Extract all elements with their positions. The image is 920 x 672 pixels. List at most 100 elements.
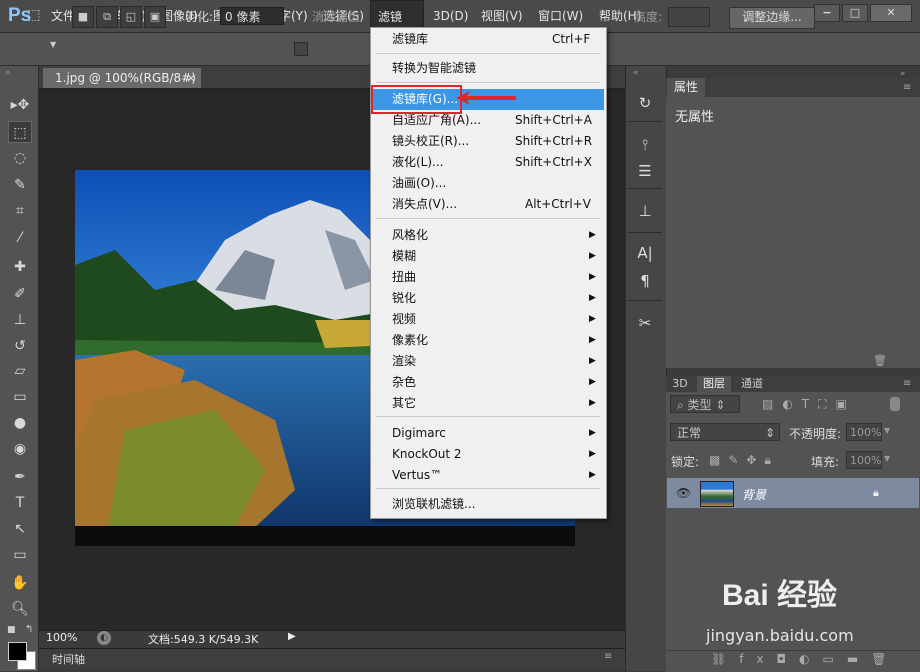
path-select-tool-icon[interactable]: ↖ xyxy=(8,518,32,540)
menu-item-noise[interactable]: 杂色 ▶ xyxy=(371,372,604,393)
tool-presets-icon[interactable]: ✂ xyxy=(632,312,658,334)
status-menu-arrow-icon[interactable]: ▶ xyxy=(288,631,296,642)
hand-tool-icon[interactable]: ✋ xyxy=(8,572,32,594)
clone-stamp-tool-icon[interactable]: ⊥ xyxy=(8,309,32,331)
panel-collapse-icon[interactable]: » xyxy=(900,69,906,79)
watermark-brand: Bai 经验 xyxy=(722,579,838,612)
close-icon[interactable]: ✕ xyxy=(870,4,912,22)
menu-item-oil-paint[interactable]: 油画(O)... xyxy=(371,173,604,194)
lock-options-icons[interactable]: ▩✎✥🔒︎ xyxy=(709,453,779,468)
foreground-color-swatch[interactable] xyxy=(8,642,27,661)
submenu-arrow-icon: ▶ xyxy=(589,251,596,261)
layers-menu-icon[interactable]: ≡ xyxy=(903,378,911,389)
menu-item-lens-correction[interactable]: 镜头校正(R)... Shift+Ctrl+R xyxy=(371,131,604,152)
layer-filter-select[interactable]: ⌕ 类型 ⇕ xyxy=(670,395,740,413)
tab-layers[interactable]: 图层 xyxy=(697,376,731,392)
menu-item-shortcut: Shift+Ctrl+X xyxy=(515,155,592,169)
zoom-tool-icon[interactable]: 🔍︎ xyxy=(8,598,32,620)
eyedropper-tool-icon[interactable]: ⁄ xyxy=(8,227,32,249)
tab-close-icon[interactable]: × xyxy=(186,68,196,88)
status-info-icon[interactable]: ◐ xyxy=(97,631,111,645)
minimize-icon[interactable]: − xyxy=(814,4,840,22)
fill-dropdown-icon[interactable]: ▼ xyxy=(884,454,890,463)
menu-item-convert-smart-filter[interactable]: 转换为智能滤镜 xyxy=(371,58,604,79)
brush-panel-icon[interactable]: ⫯ xyxy=(632,134,658,156)
menu-item-stylize[interactable]: 风格化 ▶ xyxy=(371,225,604,246)
antialias-checkbox[interactable] xyxy=(294,42,308,56)
rect-marquee-tool-icon[interactable]: ⬚ xyxy=(8,121,32,143)
blur-tool-icon[interactable]: ● xyxy=(8,412,32,434)
menu-item-label: 扭曲 xyxy=(392,270,417,284)
healing-brush-tool-icon[interactable]: ✚ xyxy=(8,256,32,278)
document-tab[interactable]: 1.jpg @ 100%(RGB/8#) xyxy=(43,68,201,88)
collapse-icon[interactable]: » xyxy=(5,68,11,78)
menu-item-blur[interactable]: 模糊 ▶ xyxy=(371,246,604,267)
marquee-preset-icon[interactable]: ⬚ xyxy=(24,6,44,26)
quick-select-tool-icon[interactable]: ✎ xyxy=(8,174,32,196)
feather-input[interactable]: 0 像素 xyxy=(220,7,284,25)
add-selection-icon[interactable]: ⧉ xyxy=(96,6,118,28)
menu-item-liquify[interactable]: 液化(L)... Shift+Ctrl+X xyxy=(371,152,604,173)
menu-item-knockout[interactable]: KnockOut 2 ▶ xyxy=(371,444,604,465)
opacity-input[interactable]: 100% xyxy=(846,423,882,441)
move-tool-icon[interactable]: ▸✥ xyxy=(8,94,32,116)
type-tool-icon[interactable]: T xyxy=(8,492,32,514)
menu-item-label: 转换为智能滤镜 xyxy=(392,61,477,75)
chevron-down-icon[interactable]: ▼ xyxy=(50,40,56,49)
menu-item-vertus[interactable]: Vertus™ ▶ xyxy=(371,465,604,486)
dodge-tool-icon[interactable]: ◉ xyxy=(8,438,32,460)
gradient-tool-icon[interactable]: ▭ xyxy=(8,386,32,408)
eraser-tool-icon[interactable]: ▱ xyxy=(8,360,32,382)
layer-name[interactable]: 背景 xyxy=(742,486,766,503)
menu-item-render[interactable]: 渲染 ▶ xyxy=(371,351,604,372)
character-panel-icon[interactable]: A| xyxy=(632,242,658,264)
menu-item-vanishing-point[interactable]: 消失点(V)... Alt+Ctrl+V xyxy=(371,194,604,215)
tab-properties[interactable]: 属性 xyxy=(667,78,705,97)
timeline-tab[interactable]: 时间轴 xyxy=(52,651,85,667)
dock-collapse-icon[interactable]: « xyxy=(633,68,639,78)
menu-item-video[interactable]: 视频 ▶ xyxy=(371,309,604,330)
shape-tool-icon[interactable]: ▭ xyxy=(8,544,32,566)
subtract-selection-icon[interactable]: ◱ xyxy=(120,6,142,28)
menu-item-filter-gallery-last[interactable]: 滤镜库 Ctrl+F xyxy=(371,29,604,50)
height-input[interactable] xyxy=(668,7,710,27)
menu-item-browse-online-filters[interactable]: 浏览联机滤镜... xyxy=(371,494,604,515)
adjust-panel-icon[interactable]: ☰ xyxy=(632,160,658,182)
restore-icon[interactable]: □ xyxy=(842,4,868,22)
trash-icon[interactable]: 🗑︎ xyxy=(873,354,887,367)
status-bar xyxy=(39,630,625,648)
menu-item-digimarc[interactable]: Digimarc ▶ xyxy=(371,423,604,444)
tab-3d[interactable]: 3D xyxy=(667,376,693,392)
menu-item-distort[interactable]: 扭曲 ▶ xyxy=(371,267,604,288)
clone-source-icon[interactable]: ⊥ xyxy=(632,200,658,222)
properties-menu-icon[interactable]: ≡ xyxy=(903,82,911,93)
refine-edge-button[interactable]: 调整边缘... xyxy=(729,7,815,29)
tab-channels[interactable]: 通道 xyxy=(735,376,769,392)
intersect-selection-icon[interactable]: ▣ xyxy=(144,6,166,28)
default-colors-icon[interactable]: ■ xyxy=(7,625,16,635)
menu-item-pixelate[interactable]: 像素化 ▶ xyxy=(371,330,604,351)
opacity-dropdown-icon[interactable]: ▼ xyxy=(884,426,890,435)
menu-item-shortcut: Ctrl+F xyxy=(552,32,591,46)
menu-item-other[interactable]: 其它 ▶ xyxy=(371,393,604,414)
panel-menu-icon[interactable]: ≡ xyxy=(604,651,612,662)
crop-tool-icon[interactable]: ⌗ xyxy=(8,200,32,222)
lasso-tool-icon[interactable]: ◌ xyxy=(8,147,32,169)
fill-input[interactable]: 100% xyxy=(846,451,882,469)
paragraph-panel-icon[interactable]: ¶ xyxy=(632,270,658,292)
menu-item-shortcut: Shift+Ctrl+A xyxy=(515,113,592,127)
layer-action-icons[interactable]: ⛓fx◘◐▭▬🗑︎ xyxy=(711,652,899,666)
visibility-eye-icon[interactable]: 👁︎ xyxy=(676,486,691,500)
history-brush-tool-icon[interactable]: ↺ xyxy=(8,335,32,357)
swap-colors-icon[interactable]: ↰ xyxy=(25,624,33,635)
pen-tool-icon[interactable]: ✒ xyxy=(8,466,32,488)
dock-divider xyxy=(628,188,662,189)
layer-filter-icons[interactable]: ▨◐T⛶▣ xyxy=(762,397,856,412)
brush-tool-icon[interactable]: ✐ xyxy=(8,283,32,305)
blend-mode-select[interactable]: 正常 ⇕ xyxy=(670,423,780,441)
filter-toggle-icon[interactable] xyxy=(890,397,900,411)
menu-item-sharpen[interactable]: 锐化 ▶ xyxy=(371,288,604,309)
new-selection-icon[interactable]: ■ xyxy=(72,6,94,28)
history-panel-icon[interactable]: ↻ xyxy=(632,92,658,114)
zoom-level[interactable]: 100% xyxy=(46,631,77,644)
